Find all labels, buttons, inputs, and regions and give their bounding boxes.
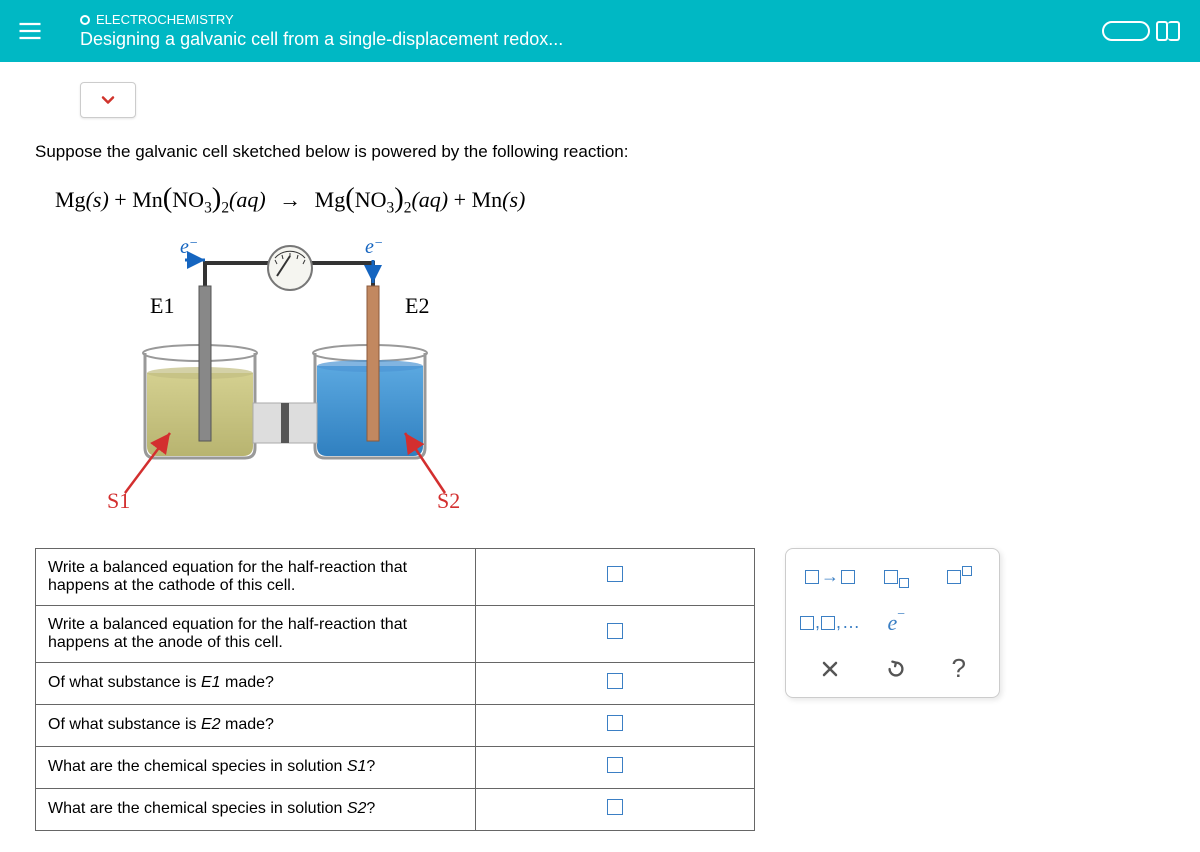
- table-row: Of what substance is E1 made?: [36, 662, 755, 704]
- table-row: Of what substance is E2 made?: [36, 704, 755, 746]
- palette-yields-button[interactable]: →: [805, 563, 855, 591]
- undo-icon: [885, 658, 907, 680]
- table-row: Write a balanced equation for the half-r…: [36, 605, 755, 662]
- reaction-equation: Mg(s) + Mn(NO3)2(aq) → Mg(NO3)2(aq) + Mn…: [35, 183, 1165, 217]
- svg-text:S2: S2: [437, 488, 460, 513]
- eq-plus: +: [114, 187, 126, 212]
- question-cell: Write a balanced equation for the half-r…: [36, 548, 476, 605]
- table-row: What are the chemical species in solutio…: [36, 746, 755, 788]
- question-cell: Of what substance is E2 made?: [36, 704, 476, 746]
- palette-electron-button[interactable]: e−: [887, 609, 905, 637]
- content-area: Suppose the galvanic cell sketched below…: [0, 62, 1200, 851]
- answer-placeholder-icon: [607, 757, 623, 773]
- eq-sub: 2: [221, 200, 229, 217]
- box-icon: [884, 570, 898, 584]
- eq-anion: NO: [172, 187, 204, 212]
- answer-cell[interactable]: [476, 605, 755, 662]
- eq-phase: (aq): [229, 187, 266, 212]
- e-label: e: [887, 610, 897, 636]
- answer-table: Write a balanced equation for the half-r…: [35, 548, 755, 831]
- header-rects: [1156, 21, 1180, 41]
- palette-reset-button[interactable]: [885, 655, 907, 683]
- ellipsis-label: …: [842, 612, 860, 633]
- eq-lhs-a: Mg: [55, 187, 86, 212]
- expand-button[interactable]: [80, 82, 136, 118]
- answer-cell[interactable]: [476, 788, 755, 830]
- eq-rhs-b: Mn: [472, 187, 503, 212]
- question-cell: Write a balanced equation for the half-r…: [36, 605, 476, 662]
- eq-sub: 3: [204, 200, 212, 217]
- box-icon: [962, 566, 972, 576]
- answer-cell[interactable]: [476, 662, 755, 704]
- question-cell: What are the chemical species in solutio…: [36, 746, 476, 788]
- svg-text:E2: E2: [405, 293, 429, 318]
- chevron-down-icon: [98, 90, 118, 110]
- question-cell: Of what substance is E1 made?: [36, 662, 476, 704]
- answer-placeholder-icon: [607, 799, 623, 815]
- close-icon: [820, 659, 840, 679]
- topic-text: ELECTROCHEMISTRY: [96, 12, 234, 27]
- header-rect-icon: [1156, 21, 1168, 41]
- table-row: Write a balanced equation for the half-r…: [36, 548, 755, 605]
- input-palette: → ,,… e−: [785, 548, 1000, 698]
- answer-cell[interactable]: [476, 746, 755, 788]
- prompt-text: Suppose the galvanic cell sketched below…: [35, 138, 1165, 165]
- page-title: Designing a galvanic cell from a single-…: [80, 29, 1102, 50]
- header-rect-icon: [1168, 21, 1180, 41]
- svg-text:E1: E1: [150, 293, 174, 318]
- answer-cell[interactable]: [476, 548, 755, 605]
- svg-text:e−: e−: [180, 238, 198, 258]
- box-icon: [805, 570, 819, 584]
- palette-superscript-button[interactable]: [947, 563, 971, 591]
- box-icon: [800, 616, 814, 630]
- palette-clear-button[interactable]: [820, 655, 840, 683]
- diagram-svg: e− e−: [65, 238, 485, 518]
- palette-list-button[interactable]: ,,…: [800, 609, 860, 637]
- box-icon: [947, 570, 961, 584]
- eq-anion: NO: [355, 187, 387, 212]
- box-icon: [841, 570, 855, 584]
- answer-placeholder-icon: [607, 623, 623, 639]
- answer-placeholder-icon: [607, 566, 623, 582]
- eq-lhs-b: Mn: [132, 187, 163, 212]
- eq-plus: +: [454, 187, 466, 212]
- box-icon: [899, 578, 909, 588]
- svg-text:e−: e−: [365, 238, 383, 258]
- eq-rhs-a: Mg: [315, 187, 346, 212]
- header-right: [1102, 21, 1180, 41]
- table-row: What are the chemical species in solutio…: [36, 788, 755, 830]
- header-text: ELECTROCHEMISTRY Designing a galvanic ce…: [60, 12, 1102, 50]
- palette-help-button[interactable]: ?: [952, 655, 966, 683]
- menu-button[interactable]: [0, 17, 60, 45]
- galvanic-cell-diagram: e− e−: [65, 238, 485, 518]
- answer-cell[interactable]: [476, 704, 755, 746]
- palette-subscript-button[interactable]: [884, 563, 908, 591]
- hamburger-icon: [16, 17, 44, 45]
- topic-label: ELECTROCHEMISTRY: [80, 12, 1102, 27]
- answer-placeholder-icon: [607, 715, 623, 731]
- topic-dot-icon: [80, 15, 90, 25]
- eq-phase: (aq): [411, 187, 448, 212]
- app-header: ELECTROCHEMISTRY Designing a galvanic ce…: [0, 0, 1200, 62]
- box-icon: [821, 616, 835, 630]
- eq-phase: (s): [502, 187, 525, 212]
- eq-lhs-a-phase: (s): [86, 187, 109, 212]
- header-pill-icon: [1102, 21, 1150, 41]
- eq-arrow: →: [271, 187, 309, 213]
- svg-text:S1: S1: [107, 488, 130, 513]
- answer-area: Write a balanced equation for the half-r…: [35, 548, 1165, 831]
- question-cell: What are the chemical species in solutio…: [36, 788, 476, 830]
- answer-placeholder-icon: [607, 673, 623, 689]
